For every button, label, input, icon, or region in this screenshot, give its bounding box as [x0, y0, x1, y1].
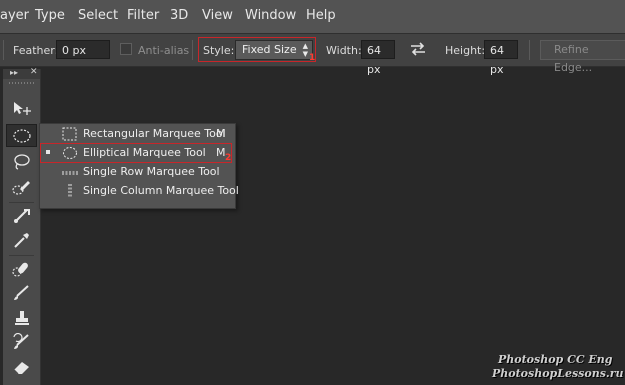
- antialias-label: Anti-alias: [138, 44, 190, 57]
- height-label: Height:: [445, 44, 486, 57]
- tools-panel: ▸▸ ✕: [3, 67, 41, 385]
- menu-view[interactable]: View: [202, 8, 233, 23]
- rectangular-marquee-icon: [62, 127, 78, 144]
- close-panel-icon[interactable]: ✕: [30, 67, 38, 77]
- feather-label: Feather:: [13, 44, 59, 57]
- tool-divider: [9, 202, 34, 203]
- move-tool[interactable]: [6, 98, 37, 121]
- eyedropper-tool[interactable]: [6, 229, 37, 252]
- stamp-icon: [15, 311, 29, 325]
- width-input[interactable]: 64 px: [361, 40, 395, 76]
- options-divider: [3, 40, 4, 60]
- options-divider: [529, 40, 530, 60]
- history-brush-tool[interactable]: [6, 331, 37, 354]
- menu-type[interactable]: Type: [35, 8, 65, 23]
- menu-layer[interactable]: ayer: [0, 8, 29, 23]
- single-column-marquee-icon: [62, 184, 78, 201]
- swap-dimensions-icon[interactable]: [409, 41, 427, 60]
- menu-window[interactable]: Window: [245, 8, 296, 23]
- bandage-icon: [12, 262, 28, 277]
- refine-edge-button[interactable]: Refine Edge...: [540, 40, 625, 74]
- eraser-tool[interactable]: [6, 356, 37, 379]
- panel-grip[interactable]: [9, 82, 34, 84]
- elliptical-marquee-icon: [13, 129, 31, 143]
- eraser-icon: [13, 362, 29, 375]
- width-label: Width:: [326, 44, 362, 57]
- menu-3d[interactable]: 3D: [170, 8, 188, 23]
- watermark-line-1: Photoshop CC Eng: [498, 353, 613, 366]
- menu-filter[interactable]: Filter: [127, 8, 159, 23]
- tools-panel-header: ▸▸ ✕: [3, 67, 40, 79]
- watermark-line-2: PhotoshopLessons.ru: [492, 367, 624, 380]
- crop-tool[interactable]: [6, 205, 37, 228]
- antialias-checkbox[interactable]: [120, 43, 132, 55]
- options-divider: [192, 40, 193, 60]
- spot-healing-brush-tool[interactable]: [6, 258, 37, 281]
- annotation-number-1: 1: [309, 53, 316, 63]
- quick-selection-icon: [12, 181, 30, 195]
- history-brush-icon: [13, 333, 29, 349]
- style-highlight-box: [198, 37, 316, 62]
- single-row-marquee-icon: [62, 165, 78, 182]
- lasso-icon: [14, 154, 30, 170]
- annotation-number-2: 2: [225, 153, 232, 163]
- feather-input[interactable]: 0 px: [56, 40, 110, 59]
- menu-select[interactable]: Select: [78, 8, 118, 23]
- crop-icon: [14, 209, 30, 223]
- expand-panel-icon[interactable]: ▸▸: [10, 68, 18, 77]
- elliptical-highlight-box: [40, 143, 232, 163]
- brush-icon: [14, 285, 29, 300]
- menu-help[interactable]: Help: [306, 8, 336, 23]
- tool-divider: [9, 255, 34, 256]
- clone-stamp-tool[interactable]: [6, 307, 37, 330]
- brush-tool[interactable]: [6, 282, 37, 305]
- quick-selection-tool[interactable]: [6, 176, 37, 199]
- lasso-tool[interactable]: [6, 151, 37, 174]
- flyout-item-shortcut: M: [216, 127, 226, 140]
- flyout-item-single-row-marquee[interactable]: Single Row Marquee Tool: [40, 163, 235, 181]
- flyout-item-rectangular-marquee[interactable]: Rectangular Marquee Tool M: [40, 125, 235, 143]
- move-icon: [14, 102, 31, 115]
- flyout-item-label: Rectangular Marquee Tool: [83, 127, 226, 140]
- eyedropper-icon: [14, 233, 29, 248]
- menu-bar: ayer Type Select Filter 3D View Window H…: [0, 0, 625, 33]
- elliptical-marquee-tool[interactable]: [6, 124, 37, 147]
- flyout-item-label: Single Column Marquee Tool: [83, 184, 239, 197]
- height-input[interactable]: 64 px: [484, 40, 518, 76]
- marquee-tools-flyout: Rectangular Marquee Tool M Elliptical Ma…: [39, 123, 239, 209]
- flyout-item-label: Single Row Marquee Tool: [83, 165, 220, 178]
- flyout-item-single-column-marquee[interactable]: Single Column Marquee Tool: [40, 182, 239, 201]
